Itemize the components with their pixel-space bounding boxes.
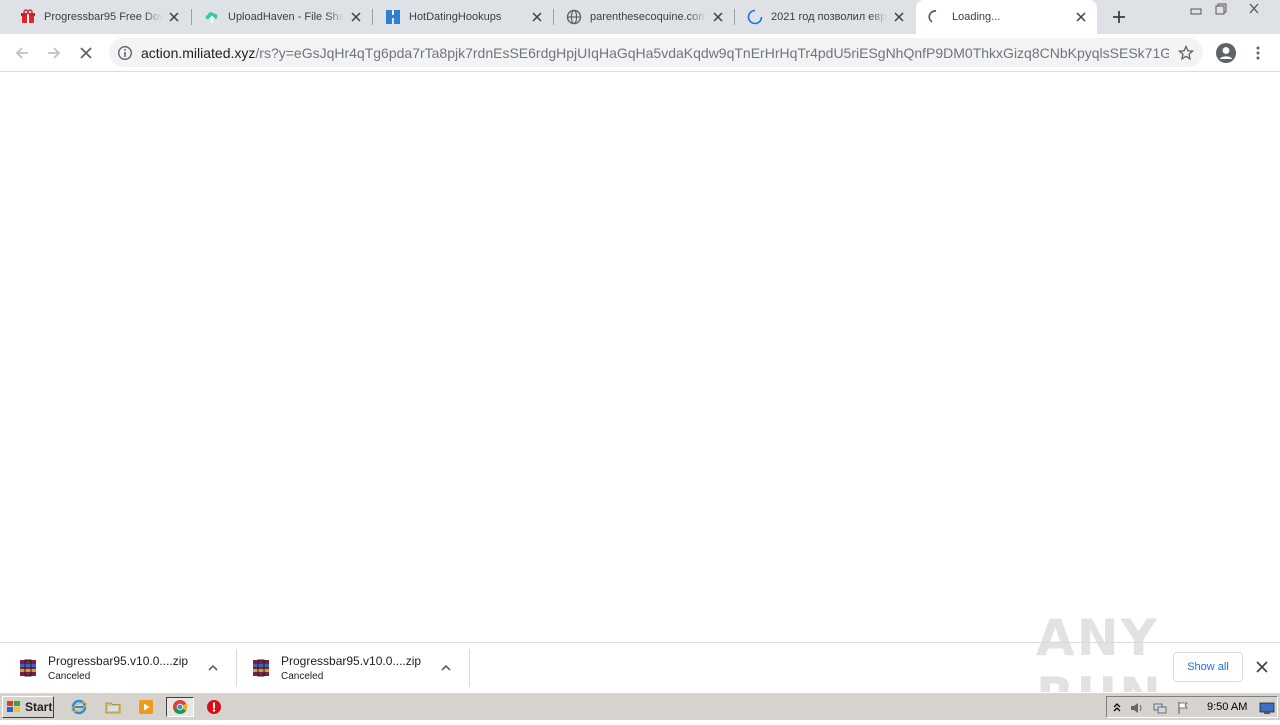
desktop-icon bbox=[1259, 702, 1275, 714]
windows-taskbar: Start 9:50 AM bbox=[0, 692, 1280, 720]
url-text[interactable]: action.miliated.xyz/rs?y=eGsJqHr4qTg6pda… bbox=[137, 45, 1169, 61]
show-desktop-button[interactable] bbox=[1259, 700, 1275, 716]
chevron-up-icon bbox=[1113, 703, 1121, 712]
explorer-button[interactable] bbox=[102, 697, 124, 717]
folder-icon bbox=[105, 702, 121, 714]
close-window-icon bbox=[1249, 3, 1259, 14]
show-all-button[interactable]: Show all bbox=[1173, 652, 1243, 682]
url-path: /rs?y=eGsJqHr4qTg6pda7rTa8pjk7rdnEsSE6rd… bbox=[255, 44, 1169, 61]
hotdating-icon bbox=[385, 9, 401, 25]
system-tray: 9:50 AM bbox=[1106, 696, 1278, 718]
download-item[interactable]: Progressbar95.v10.0....zip Canceled bbox=[0, 649, 225, 687]
opera-button[interactable] bbox=[203, 697, 225, 717]
chevron-up-icon[interactable] bbox=[201, 656, 225, 680]
close-icon[interactable] bbox=[891, 9, 907, 25]
back-arrow-icon bbox=[15, 47, 28, 59]
winrar-archive-icon bbox=[253, 659, 269, 677]
page-content bbox=[0, 72, 1280, 642]
show-hidden-icons-button[interactable] bbox=[1109, 700, 1125, 716]
media-player-icon bbox=[139, 700, 153, 714]
loading-ring-icon bbox=[747, 9, 763, 25]
stop-x-icon bbox=[80, 47, 92, 59]
winrar-archive-icon bbox=[20, 659, 36, 677]
minimize-icon bbox=[1190, 8, 1202, 15]
internet-explorer-icon bbox=[71, 699, 87, 715]
download-filename: Progressbar95.v10.0....zip bbox=[48, 654, 189, 668]
close-window-button[interactable] bbox=[1240, 0, 1268, 18]
chrome-taskbar-button[interactable] bbox=[166, 697, 194, 717]
restore-button[interactable] bbox=[1208, 0, 1234, 18]
more-vert-icon bbox=[1256, 46, 1260, 60]
browser-toolbar: action.miliated.xyz/rs?y=eGsJqHr4qTg6pda… bbox=[0, 34, 1280, 72]
tab-uploadhaven[interactable]: UploadHaven - File Shari bbox=[192, 0, 372, 34]
back-button[interactable] bbox=[6, 37, 38, 69]
plus-icon bbox=[1113, 11, 1125, 23]
info-icon[interactable] bbox=[109, 45, 137, 61]
chevron-up-icon[interactable] bbox=[434, 656, 458, 680]
start-label: Start bbox=[25, 700, 53, 714]
action-center-flag-icon[interactable] bbox=[1175, 700, 1191, 716]
volume-icon[interactable] bbox=[1129, 700, 1145, 716]
tab-title: HotDatingHookups bbox=[409, 11, 502, 23]
forward-button[interactable] bbox=[38, 37, 70, 69]
close-icon[interactable] bbox=[710, 9, 726, 25]
tab-strip: Progressbar95 Free Dow UploadHaven - Fil… bbox=[0, 0, 1280, 34]
chrome-icon bbox=[173, 700, 187, 714]
tab-2021[interactable]: 2021 год позволил евр bbox=[735, 0, 915, 34]
tab-progressbar95[interactable]: Progressbar95 Free Dow bbox=[8, 0, 190, 34]
windows-logo-icon bbox=[7, 701, 20, 712]
account-circle-icon bbox=[1216, 43, 1236, 63]
minimize-button[interactable] bbox=[1183, 0, 1209, 18]
profile-button[interactable] bbox=[1210, 37, 1242, 69]
uploadhaven-icon bbox=[204, 9, 220, 25]
address-bar[interactable]: action.miliated.xyz/rs?y=eGsJqHr4qTg6pda… bbox=[109, 38, 1203, 67]
opera-gift-icon bbox=[20, 9, 36, 25]
tab-title: 2021 год позволил евр bbox=[771, 11, 887, 23]
tab-loading-active[interactable]: Loading... bbox=[916, 0, 1097, 34]
media-player-button[interactable] bbox=[135, 697, 157, 717]
loading-spinner-icon bbox=[928, 9, 944, 25]
download-item[interactable]: Progressbar95.v10.0....zip Canceled bbox=[233, 649, 458, 687]
close-shelf-button[interactable] bbox=[1253, 658, 1271, 676]
restore-icon bbox=[1215, 3, 1227, 15]
bookmark-star-icon[interactable] bbox=[1169, 44, 1203, 61]
tab-title: Progressbar95 Free Dow bbox=[44, 11, 162, 23]
tab-parenthesecoquine[interactable]: parenthesecoquine.com bbox=[554, 0, 734, 34]
stop-loading-button[interactable] bbox=[70, 37, 102, 69]
forward-arrow-icon bbox=[48, 47, 61, 59]
network-icon[interactable] bbox=[1152, 700, 1168, 716]
close-icon[interactable] bbox=[529, 9, 545, 25]
tab-title: Loading... bbox=[952, 11, 1001, 23]
taskbar-clock[interactable]: 9:50 AM bbox=[1207, 701, 1247, 713]
menu-button[interactable] bbox=[1242, 37, 1274, 69]
download-status: Canceled bbox=[48, 671, 91, 682]
tab-hotdatinghookups[interactable]: HotDatingHookups bbox=[373, 0, 553, 34]
close-icon bbox=[1256, 661, 1268, 673]
download-status: Canceled bbox=[281, 671, 324, 682]
globe-icon bbox=[566, 9, 582, 25]
start-button[interactable]: Start bbox=[2, 696, 54, 718]
download-filename: Progressbar95.v10.0....zip bbox=[281, 654, 422, 668]
url-host: action.miliated.xyz bbox=[141, 44, 256, 61]
close-icon[interactable] bbox=[1073, 9, 1089, 25]
download-separator bbox=[469, 649, 470, 687]
close-icon[interactable] bbox=[166, 9, 182, 25]
opera-icon bbox=[207, 700, 221, 714]
internet-explorer-button[interactable] bbox=[68, 697, 90, 717]
tab-title: UploadHaven - File Shari bbox=[228, 11, 344, 23]
close-icon[interactable] bbox=[348, 9, 364, 25]
download-shelf: ANY RUN Progressbar95.v10.0....zip Cance… bbox=[0, 609, 1280, 725]
new-tab-button[interactable] bbox=[1108, 6, 1130, 28]
tab-title: parenthesecoquine.com bbox=[590, 11, 706, 23]
